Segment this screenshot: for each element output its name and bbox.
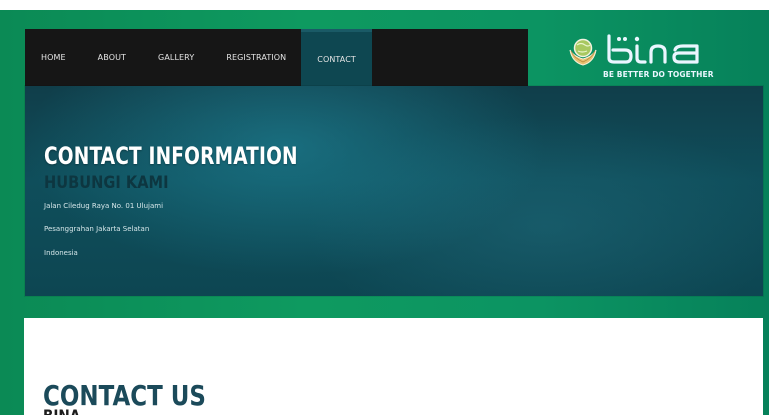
address-line-2: Pesanggrahan Jakarta Selatan — [44, 225, 150, 233]
bina-logo[interactable]: BE BETTER DO TOGETHER — [565, 30, 725, 80]
nav-home[interactable]: HOME — [41, 29, 66, 86]
contact-us-subtitle: BINA — [43, 406, 80, 415]
nav-gallery[interactable]: GALLERY — [158, 29, 194, 86]
nav-about[interactable]: ABOUT — [98, 29, 126, 86]
address-line-3: Indonesia — [44, 249, 78, 257]
hero-title: CONTACT INFORMATION — [44, 142, 298, 171]
nav-contact[interactable]: CONTACT — [301, 29, 372, 86]
contact-information-section: CONTACT INFORMATION HUBUNGI KAMI Jalan C… — [25, 86, 763, 296]
main-nav: HOME ABOUT GALLERY REGISTRATION CONTACT — [25, 29, 528, 86]
logo-tagline: BE BETTER DO TOGETHER — [603, 70, 714, 79]
nav-registration[interactable]: REGISTRATION — [226, 29, 286, 86]
hero-subtitle: HUBUNGI KAMI — [44, 173, 169, 194]
top-strip — [0, 0, 769, 10]
contact-us-card: CONTACT US BINA — [24, 318, 763, 415]
address-line-1: Jalan Ciledug Raya No. 01 Ulujami — [44, 202, 164, 210]
